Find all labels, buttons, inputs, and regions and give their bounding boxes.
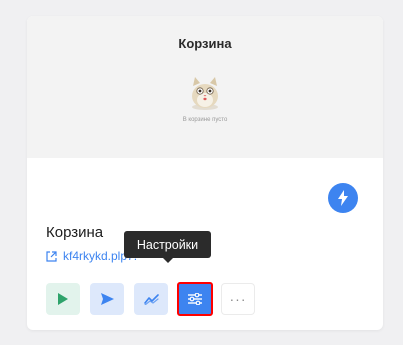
sliders-icon	[188, 293, 202, 305]
settings-button[interactable]	[177, 282, 213, 316]
play-button[interactable]	[46, 283, 80, 315]
cat-illustration	[192, 77, 218, 110]
lightning-button[interactable]	[328, 183, 358, 213]
page-title: Корзина	[46, 224, 104, 241]
send-button[interactable]	[90, 283, 124, 315]
preview-title: Корзина	[178, 36, 232, 51]
page-preview[interactable]: Корзина В корзине пусто	[27, 16, 383, 158]
lightning-icon	[338, 190, 348, 206]
settings-button-inner	[180, 285, 210, 313]
stats-button[interactable]	[134, 283, 168, 315]
play-icon	[58, 293, 68, 305]
chart-icon	[143, 293, 159, 305]
settings-tooltip: Настройки	[124, 231, 211, 258]
empty-cart-text: В корзине пусто	[182, 117, 228, 123]
external-link-icon	[46, 250, 57, 262]
send-icon	[100, 293, 114, 305]
tooltip-arrow	[162, 257, 174, 263]
page-card: Корзина В корзине пусто Корзина kf4rkykd…	[27, 16, 383, 330]
more-button[interactable]: ···	[221, 283, 255, 315]
